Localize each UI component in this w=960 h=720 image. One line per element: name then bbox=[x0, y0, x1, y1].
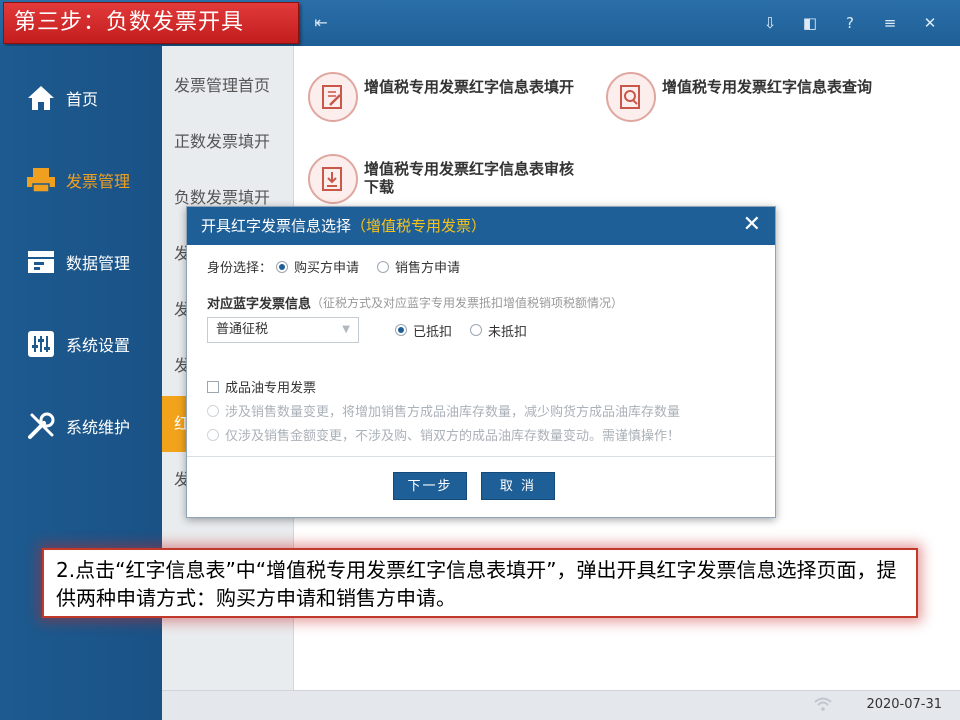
blue-invoice-hint: （征税方式及对应蓝字专用发票抵扣增值税销项税额情况） bbox=[311, 296, 624, 310]
home-icon bbox=[24, 81, 58, 115]
radio-label: 未抵扣 bbox=[488, 324, 528, 340]
next-step-button[interactable]: 下一步 bbox=[393, 472, 467, 500]
tax-mode-row: 普通征税 ▼ 已抵扣 未抵扣 bbox=[207, 317, 527, 343]
card-red-info-review[interactable]: 增值税专用发票红字信息表审核下载 bbox=[308, 154, 576, 204]
sidebar-item-label: 发票管理 bbox=[66, 172, 131, 191]
radio-label: 仅涉及销售金额变更，不涉及购、销双方的成品油库存数量变动。需谨慎操作！ bbox=[225, 429, 681, 444]
dialog-title-sub: （增值税专用发票） bbox=[351, 217, 487, 235]
submenu-item-positive-invoice[interactable]: 正数发票填开 bbox=[162, 114, 294, 170]
card-red-info-fill[interactable]: 增值税专用发票红字信息表填开 bbox=[308, 72, 576, 122]
submenu-item-invoice-home[interactable]: 发票管理首页 bbox=[162, 58, 294, 114]
sidebar-item-data-management[interactable]: 数据管理 bbox=[0, 232, 162, 292]
tax-mode-select[interactable]: 普通征税 ▼ bbox=[207, 317, 359, 343]
data-icon bbox=[24, 245, 58, 279]
window-controls: ⇩ ◧ ? ≡ ✕ bbox=[750, 0, 950, 46]
radio-oil-quantity[interactable] bbox=[207, 404, 219, 417]
main-sidebar: 首页 发票管理 数据管理 系统设置 系统维护 bbox=[0, 46, 162, 720]
radio-seller-apply[interactable] bbox=[377, 260, 390, 273]
download-document-icon bbox=[308, 154, 358, 204]
blue-invoice-row: 对应蓝字发票信息 （征税方式及对应蓝字专用发票抵扣增值税销项税额情况） bbox=[207, 293, 623, 312]
tools-icon bbox=[24, 409, 58, 443]
menu-icon[interactable]: ≡ bbox=[870, 14, 910, 32]
radio-label: 购买方申请 bbox=[294, 261, 360, 276]
radio-not-deducted[interactable] bbox=[470, 324, 483, 336]
oil-invoice-row: 成品油专用发票 bbox=[207, 377, 316, 396]
dialog-title-bar: 开具红字发票信息选择（增值税专用发票） ✕ bbox=[187, 207, 775, 245]
close-icon[interactable]: ✕ bbox=[743, 207, 761, 243]
card-red-info-query[interactable]: 增值税专用发票红字信息表查询 bbox=[606, 72, 874, 122]
status-bar: 2020-07-31 bbox=[162, 690, 960, 720]
dialog-title: 开具红字发票信息选择 bbox=[201, 217, 352, 235]
sidebar-item-label: 系统维护 bbox=[66, 418, 131, 437]
dialog-body: 身份选择： 购买方申请 销售方申请 对应蓝字发票信息 （征税方式及对应蓝字专用发… bbox=[187, 245, 775, 457]
instruction-callout: 2.点击“红字信息表”中“增值税专用发票红字信息表填开”，弹出开具红字发票信息选… bbox=[42, 548, 918, 618]
bookmark-icon[interactable]: ◧ bbox=[790, 14, 830, 32]
radio-deducted[interactable] bbox=[395, 324, 407, 336]
radio-label: 销售方申请 bbox=[395, 261, 461, 276]
title-bar: 第三步：负数发票开具 ⇤ ⇩ ◧ ? ≡ ✕ bbox=[0, 0, 960, 46]
radio-buyer-apply[interactable] bbox=[276, 260, 289, 273]
card-label: 增值税专用发票红字信息表查询 bbox=[662, 78, 873, 96]
close-icon[interactable]: ✕ bbox=[910, 14, 950, 32]
red-invoice-info-dialog: 开具红字发票信息选择（增值税专用发票） ✕ 身份选择： 购买方申请 销售方申请 … bbox=[186, 206, 776, 518]
radio-label: 已抵扣 bbox=[413, 324, 453, 340]
printer-icon bbox=[24, 163, 58, 197]
sidebar-item-label: 首页 bbox=[66, 90, 99, 109]
edit-document-icon bbox=[308, 72, 358, 122]
card-label: 增值税专用发票红字信息表审核下载 bbox=[364, 160, 575, 196]
status-date: 2020-07-31 bbox=[866, 697, 942, 712]
identity-row: 身份选择： 购买方申请 销售方申请 bbox=[207, 257, 460, 276]
sidebar-item-invoice-management[interactable]: 发票管理 bbox=[0, 150, 162, 210]
oil-option-row: 仅涉及销售金额变更，不涉及购、销双方的成品油库存数量变动。需谨慎操作！ bbox=[207, 425, 680, 444]
radio-label: 涉及销售数量变更，将增加销售方成品油库存数量，减少购货方成品油库存数量 bbox=[225, 405, 681, 420]
step-title-banner: 第三步：负数发票开具 bbox=[3, 2, 299, 44]
blue-invoice-label: 对应蓝字发票信息 bbox=[207, 297, 312, 312]
oil-option-row: 涉及销售数量变更，将增加销售方成品油库存数量，减少购货方成品油库存数量 bbox=[207, 401, 680, 420]
identity-label: 身份选择： bbox=[207, 261, 273, 276]
sidebar-item-system-maintenance[interactable]: 系统维护 bbox=[0, 396, 162, 456]
search-document-icon bbox=[606, 72, 656, 122]
oil-invoice-label: 成品油专用发票 bbox=[225, 381, 317, 396]
sidebar-item-system-settings[interactable]: 系统设置 bbox=[0, 314, 162, 374]
tax-mode-value: 普通征税 bbox=[216, 322, 269, 337]
sliders-icon bbox=[24, 327, 58, 361]
radio-oil-amount[interactable] bbox=[207, 428, 219, 441]
download-icon[interactable]: ⇩ bbox=[750, 14, 790, 32]
wifi-icon bbox=[814, 697, 832, 715]
sidebar-item-label: 系统设置 bbox=[66, 336, 131, 355]
collapse-menu-icon[interactable]: ⇤ bbox=[312, 14, 330, 32]
cancel-button[interactable]: 取 消 bbox=[481, 472, 555, 500]
sidebar-item-home[interactable]: 首页 bbox=[0, 68, 162, 128]
sidebar-item-label: 数据管理 bbox=[66, 254, 131, 273]
card-label: 增值税专用发票红字信息表填开 bbox=[364, 78, 575, 96]
help-icon[interactable]: ? bbox=[830, 14, 870, 32]
chevron-down-icon: ▼ bbox=[342, 324, 350, 335]
oil-invoice-checkbox[interactable] bbox=[207, 380, 219, 393]
